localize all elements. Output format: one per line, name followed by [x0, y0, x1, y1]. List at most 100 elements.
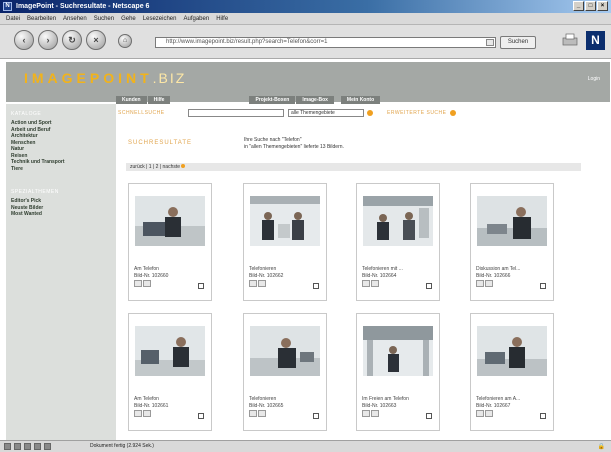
add-to-box-icon[interactable]	[134, 280, 142, 287]
menu-ansehen[interactable]: Ansehen	[63, 16, 87, 22]
thumbnail-image[interactable]	[135, 326, 205, 376]
advanced-go-icon[interactable]	[449, 110, 456, 116]
navigation-toolbar: ‹ › ↻ × ⌂ http://www.imagepoint.biz/resu…	[0, 25, 611, 59]
imagepoint-logo[interactable]: IMAGEPOINT.BIZ	[24, 70, 186, 86]
add-to-box-icon[interactable]	[476, 410, 484, 417]
card-title: Am Telefon	[134, 266, 159, 272]
add-to-box-icon[interactable]	[476, 280, 484, 287]
result-card[interactable]: Telefonieren Bild-Nr. 102662	[243, 183, 327, 301]
pagination-links[interactable]: zurück | 1 | 2 | nachste	[130, 164, 180, 170]
stop-icon[interactable]: ×	[86, 30, 106, 50]
quick-search-input[interactable]	[188, 109, 284, 117]
add-to-box-icon[interactable]	[249, 410, 257, 417]
menu-bar: Datei Bearbeiten Ansehen Suchen Gehe Les…	[0, 13, 611, 25]
zoom-icon[interactable]	[485, 410, 493, 417]
add-to-box-icon[interactable]	[362, 280, 370, 287]
zoom-icon[interactable]	[371, 280, 379, 287]
search-button[interactable]: Suchen	[500, 36, 536, 49]
forward-icon[interactable]: ›	[38, 30, 58, 50]
menu-suchen[interactable]: Suchen	[94, 16, 114, 22]
result-card[interactable]: Am Telefon Bild-Nr. 102660	[128, 183, 212, 301]
select-checkbox[interactable]	[313, 283, 319, 289]
card-id: Bild-Nr. 102660	[134, 273, 169, 279]
sidebar-item-most-wanted[interactable]: Most Wanted	[11, 211, 116, 218]
select-checkbox[interactable]	[313, 413, 319, 419]
card-title: Telefonieren	[249, 266, 277, 272]
select-checkbox[interactable]	[198, 283, 204, 289]
menu-gehe[interactable]: Gehe	[121, 16, 136, 22]
quick-search-label: SCHNELLSUCHE	[118, 110, 165, 116]
navigator-icon[interactable]	[4, 443, 11, 450]
next-arrow-icon[interactable]	[181, 164, 186, 168]
home-icon[interactable]: ⌂	[118, 34, 132, 48]
catalog-list: Action und Sport Arbeit und Beruf Archit…	[6, 120, 116, 172]
mail-icon[interactable]	[14, 443, 21, 450]
menu-bearbeiten[interactable]: Bearbeiten	[27, 16, 56, 22]
tab-kunden[interactable]: Kunden	[116, 96, 147, 104]
quick-search-bar: SCHNELLSUCHE alle Themengebiete ERWEITER…	[118, 108, 610, 118]
results-info: Ihre Suche nach "Telefon" in "allen Them…	[244, 137, 344, 150]
tab-projekt-boxen[interactable]: Projekt-Boxen	[249, 96, 296, 104]
tab-hilfe[interactable]: Hilfe	[147, 96, 171, 104]
special-heading: SPEZIALTHEMEN	[11, 189, 59, 195]
thumbnail-image[interactable]	[250, 326, 320, 376]
url-dropdown-icon[interactable]	[486, 39, 494, 46]
result-card[interactable]: Im Freien am Telefon Bild-Nr. 102663	[356, 313, 440, 431]
thumbnail-image[interactable]	[477, 326, 547, 376]
login-link[interactable]: Login	[588, 76, 600, 82]
zoom-icon[interactable]	[143, 410, 151, 417]
thumbnail-image[interactable]	[363, 196, 433, 246]
result-card[interactable]: Telefonieren mit ... Bild-Nr. 102664	[356, 183, 440, 301]
security-lock-icon[interactable]: 🔒	[598, 443, 605, 450]
card-title: Im Freien am Telefon	[362, 396, 409, 402]
result-card[interactable]: Diskussion am Tel... Bild-Nr. 102666	[470, 183, 554, 301]
advanced-search-link[interactable]: ERWEITERTE SUCHE	[387, 110, 447, 116]
zoom-icon[interactable]	[258, 410, 266, 417]
menu-aufgaben[interactable]: Aufgaben	[183, 16, 209, 22]
print-icon[interactable]	[560, 32, 580, 48]
menu-hilfe[interactable]: Hilfe	[216, 16, 228, 22]
special-list: Editor's Pick Neuste Bilder Most Wanted	[6, 198, 116, 218]
status-text: Dokument fertig (2.924 Sek.)	[90, 443, 154, 449]
maximize-button[interactable]: □	[585, 1, 596, 11]
zoom-icon[interactable]	[258, 280, 266, 287]
zoom-icon[interactable]	[143, 280, 151, 287]
status-icons	[4, 443, 51, 450]
composer-icon[interactable]	[24, 443, 31, 450]
result-card[interactable]: Am Telefon Bild-Nr. 102661	[128, 313, 212, 431]
results-title: SUCHRESULTATE	[128, 140, 193, 146]
select-checkbox[interactable]	[426, 283, 432, 289]
select-checkbox[interactable]	[198, 413, 204, 419]
category-select[interactable]: alle Themengebiete	[288, 109, 364, 117]
menu-lesezeichen[interactable]: Lesezeichen	[143, 16, 177, 22]
zoom-icon[interactable]	[485, 280, 493, 287]
select-checkbox[interactable]	[426, 413, 432, 419]
tab-mein-konto[interactable]: Mein Konto	[340, 96, 381, 104]
address-book-icon[interactable]	[44, 443, 51, 450]
result-card[interactable]: Telefonieren am A... Bild-Nr. 102667	[470, 313, 554, 431]
zoom-icon[interactable]	[371, 410, 379, 417]
card-title: Telefonieren mit ...	[362, 266, 403, 272]
window-title: ImagePoint - Suchresultate - Netscape 6	[16, 3, 150, 10]
reload-icon[interactable]: ↻	[62, 30, 82, 50]
url-field[interactable]: http://www.imagepoint.biz/result.php?sea…	[155, 37, 496, 48]
select-checkbox[interactable]	[540, 413, 546, 419]
minimize-button[interactable]: _	[573, 1, 584, 11]
thumbnail-image[interactable]	[135, 196, 205, 246]
search-go-icon[interactable]	[367, 110, 373, 116]
thumbnail-image[interactable]	[250, 196, 320, 246]
sidebar-item-tiere[interactable]: Tiere	[11, 166, 116, 173]
add-to-box-icon[interactable]	[134, 410, 142, 417]
add-to-box-icon[interactable]	[249, 280, 257, 287]
result-card[interactable]: Telefonieren Bild-Nr. 102665	[243, 313, 327, 431]
menu-datei[interactable]: Datei	[6, 16, 20, 22]
tab-image-box[interactable]: Image-Box	[296, 96, 334, 104]
window-titlebar: N ImagePoint - Suchresultate - Netscape …	[0, 0, 611, 13]
thumbnail-image[interactable]	[477, 196, 547, 246]
chat-icon[interactable]	[34, 443, 41, 450]
select-checkbox[interactable]	[540, 283, 546, 289]
back-icon[interactable]: ‹	[14, 30, 34, 50]
thumbnail-image[interactable]	[363, 326, 433, 376]
add-to-box-icon[interactable]	[362, 410, 370, 417]
close-button[interactable]: ×	[597, 1, 608, 11]
